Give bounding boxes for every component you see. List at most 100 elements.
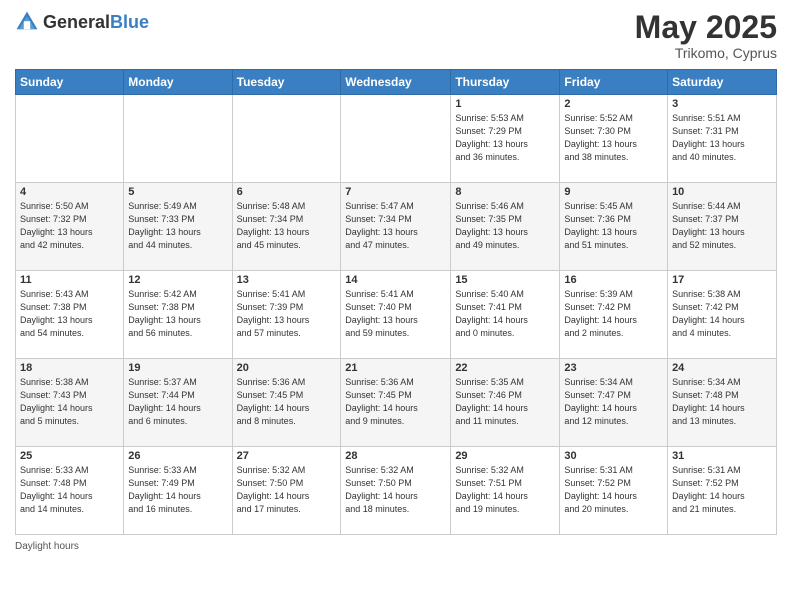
day-info: Sunrise: 5:31 AM Sunset: 7:52 PM Dayligh…	[564, 464, 663, 516]
weekday-header: Wednesday	[341, 70, 451, 95]
calendar-cell: 5 Sunrise: 5:49 AM Sunset: 7:33 PM Daylig…	[124, 183, 232, 271]
day-info: Sunrise: 5:39 AM Sunset: 7:42 PM Dayligh…	[564, 288, 663, 340]
calendar-cell: 15 Sunrise: 5:40 AM Sunset: 7:41 PM Dayli…	[451, 271, 560, 359]
day-number: 13	[237, 274, 337, 286]
calendar-cell: 31Sunrise: 5:31 AM Sunset: 7:52 PM Dayli…	[668, 447, 777, 535]
calendar-cell: 19Sunrise: 5:37 AM Sunset: 7:44 PM Dayli…	[124, 359, 232, 447]
day-number: 25	[20, 450, 119, 462]
day-number: 5	[128, 186, 227, 198]
calendar-cell: 25 Sunrise: 5:33 AM Sunset: 7:48 PM Dayli…	[16, 447, 124, 535]
day-info: Sunrise: 5:33 AM Sunset: 7:49 PM Dayligh…	[128, 464, 227, 516]
calendar-table: SundayMondayTuesdayWednesdayThursdayFrid…	[15, 69, 777, 535]
day-number: 12	[128, 274, 227, 286]
day-number: 7	[345, 186, 446, 198]
calendar-cell: 14 Sunrise: 5:41 AM Sunset: 7:40 PM Dayli…	[341, 271, 451, 359]
calendar-cell: 27 Sunrise: 5:32 AM Sunset: 7:50 PM Dayli…	[232, 447, 341, 535]
calendar-cell: 10Sunrise: 5:44 AM Sunset: 7:37 PM Dayli…	[668, 183, 777, 271]
weekday-header: Tuesday	[232, 70, 341, 95]
calendar-cell	[16, 95, 124, 183]
day-info: Sunrise: 5:36 AM Sunset: 7:45 PM Dayligh…	[345, 376, 446, 428]
calendar-cell: 24 Sunrise: 5:34 AM Sunset: 7:48 PM Dayli…	[668, 359, 777, 447]
calendar-week-row: 1 Sunrise: 5:53 AM Sunset: 7:29 PM Daylig…	[16, 95, 777, 183]
weekday-header: Thursday	[451, 70, 560, 95]
day-info: Sunrise: 5:48 AM Sunset: 7:34 PM Dayligh…	[237, 200, 337, 252]
logo-text: GeneralBlue	[43, 12, 149, 33]
calendar-cell: 2Sunrise: 5:52 AM Sunset: 7:30 PM Daylig…	[560, 95, 668, 183]
calendar-cell: 12 Sunrise: 5:42 AM Sunset: 7:38 PM Dayli…	[124, 271, 232, 359]
day-info: Sunrise: 5:41 AM Sunset: 7:39 PM Dayligh…	[237, 288, 337, 340]
weekday-header: Sunday	[16, 70, 124, 95]
day-number: 3	[672, 98, 772, 110]
calendar-cell: 7 Sunrise: 5:47 AM Sunset: 7:34 PM Daylig…	[341, 183, 451, 271]
calendar-cell: 21 Sunrise: 5:36 AM Sunset: 7:45 PM Dayli…	[341, 359, 451, 447]
day-number: 21	[345, 362, 446, 374]
logo: GeneralBlue	[15, 10, 149, 34]
day-info: Sunrise: 5:32 AM Sunset: 7:50 PM Dayligh…	[237, 464, 337, 516]
day-number: 23	[564, 362, 663, 374]
day-info: Sunrise: 5:41 AM Sunset: 7:40 PM Dayligh…	[345, 288, 446, 340]
calendar-cell	[341, 95, 451, 183]
day-info: Sunrise: 5:47 AM Sunset: 7:34 PM Dayligh…	[345, 200, 446, 252]
calendar-week-row: 11 Sunrise: 5:43 AM Sunset: 7:38 PM Dayli…	[16, 271, 777, 359]
day-info: Sunrise: 5:38 AM Sunset: 7:43 PM Dayligh…	[20, 376, 119, 428]
day-info: Sunrise: 5:33 AM Sunset: 7:48 PM Dayligh…	[20, 464, 119, 516]
day-info: Sunrise: 5:43 AM Sunset: 7:38 PM Dayligh…	[20, 288, 119, 340]
day-number: 6	[237, 186, 337, 198]
day-number: 16	[564, 274, 663, 286]
calendar-cell: 23 Sunrise: 5:34 AM Sunset: 7:47 PM Dayli…	[560, 359, 668, 447]
calendar-cell: 13 Sunrise: 5:41 AM Sunset: 7:39 PM Dayli…	[232, 271, 341, 359]
day-number: 11	[20, 274, 119, 286]
day-info: Sunrise: 5:53 AM Sunset: 7:29 PM Dayligh…	[455, 112, 555, 164]
day-number: 14	[345, 274, 446, 286]
day-info: Sunrise: 5:46 AM Sunset: 7:35 PM Dayligh…	[455, 200, 555, 252]
calendar-cell: 4 Sunrise: 5:50 AM Sunset: 7:32 PM Daylig…	[16, 183, 124, 271]
day-info: Sunrise: 5:34 AM Sunset: 7:48 PM Dayligh…	[672, 376, 772, 428]
day-info: Sunrise: 5:52 AM Sunset: 7:30 PM Dayligh…	[564, 112, 663, 164]
day-number: 29	[455, 450, 555, 462]
calendar-cell: 20Sunrise: 5:36 AM Sunset: 7:45 PM Dayli…	[232, 359, 341, 447]
day-number: 24	[672, 362, 772, 374]
day-number: 8	[455, 186, 555, 198]
weekday-header: Saturday	[668, 70, 777, 95]
day-number: 15	[455, 274, 555, 286]
day-number: 10	[672, 186, 772, 198]
calendar-cell	[124, 95, 232, 183]
calendar-cell: 30 Sunrise: 5:31 AM Sunset: 7:52 PM Dayli…	[560, 447, 668, 535]
calendar-cell: 28Sunrise: 5:32 AM Sunset: 7:50 PM Dayli…	[341, 447, 451, 535]
day-number: 28	[345, 450, 446, 462]
day-info: Sunrise: 5:36 AM Sunset: 7:45 PM Dayligh…	[237, 376, 337, 428]
day-info: Sunrise: 5:34 AM Sunset: 7:47 PM Dayligh…	[564, 376, 663, 428]
day-number: 17	[672, 274, 772, 286]
day-number: 26	[128, 450, 227, 462]
header: GeneralBlue May 2025 Trikomo, Cyprus	[15, 10, 777, 61]
day-info: Sunrise: 5:32 AM Sunset: 7:51 PM Dayligh…	[455, 464, 555, 516]
calendar-cell: 26 Sunrise: 5:33 AM Sunset: 7:49 PM Dayli…	[124, 447, 232, 535]
day-info: Sunrise: 5:49 AM Sunset: 7:33 PM Dayligh…	[128, 200, 227, 252]
logo-icon	[15, 10, 39, 34]
day-number: 27	[237, 450, 337, 462]
day-info: Sunrise: 5:40 AM Sunset: 7:41 PM Dayligh…	[455, 288, 555, 340]
day-info: Sunrise: 5:51 AM Sunset: 7:31 PM Dayligh…	[672, 112, 772, 164]
calendar-cell: 3 Sunrise: 5:51 AM Sunset: 7:31 PM Daylig…	[668, 95, 777, 183]
day-number: 4	[20, 186, 119, 198]
calendar-cell: 6 Sunrise: 5:48 AM Sunset: 7:34 PM Daylig…	[232, 183, 341, 271]
day-number: 31	[672, 450, 772, 462]
day-number: 18	[20, 362, 119, 374]
day-info: Sunrise: 5:42 AM Sunset: 7:38 PM Dayligh…	[128, 288, 227, 340]
day-info: Sunrise: 5:35 AM Sunset: 7:46 PM Dayligh…	[455, 376, 555, 428]
calendar-cell: 1 Sunrise: 5:53 AM Sunset: 7:29 PM Daylig…	[451, 95, 560, 183]
calendar-cell: 29 Sunrise: 5:32 AM Sunset: 7:51 PM Dayli…	[451, 447, 560, 535]
calendar-week-row: 4 Sunrise: 5:50 AM Sunset: 7:32 PM Daylig…	[16, 183, 777, 271]
weekday-header-row: SundayMondayTuesdayWednesdayThursdayFrid…	[16, 70, 777, 95]
day-number: 22	[455, 362, 555, 374]
day-info: Sunrise: 5:45 AM Sunset: 7:36 PM Dayligh…	[564, 200, 663, 252]
calendar-cell: 11 Sunrise: 5:43 AM Sunset: 7:38 PM Dayli…	[16, 271, 124, 359]
calendar-location: Trikomo, Cyprus	[635, 45, 777, 61]
title-block: May 2025 Trikomo, Cyprus	[635, 10, 777, 61]
calendar-cell: 16 Sunrise: 5:39 AM Sunset: 7:42 PM Dayli…	[560, 271, 668, 359]
day-number: 19	[128, 362, 227, 374]
day-number: 30	[564, 450, 663, 462]
day-number: 9	[564, 186, 663, 198]
day-info: Sunrise: 5:50 AM Sunset: 7:32 PM Dayligh…	[20, 200, 119, 252]
day-number: 1	[455, 98, 555, 110]
